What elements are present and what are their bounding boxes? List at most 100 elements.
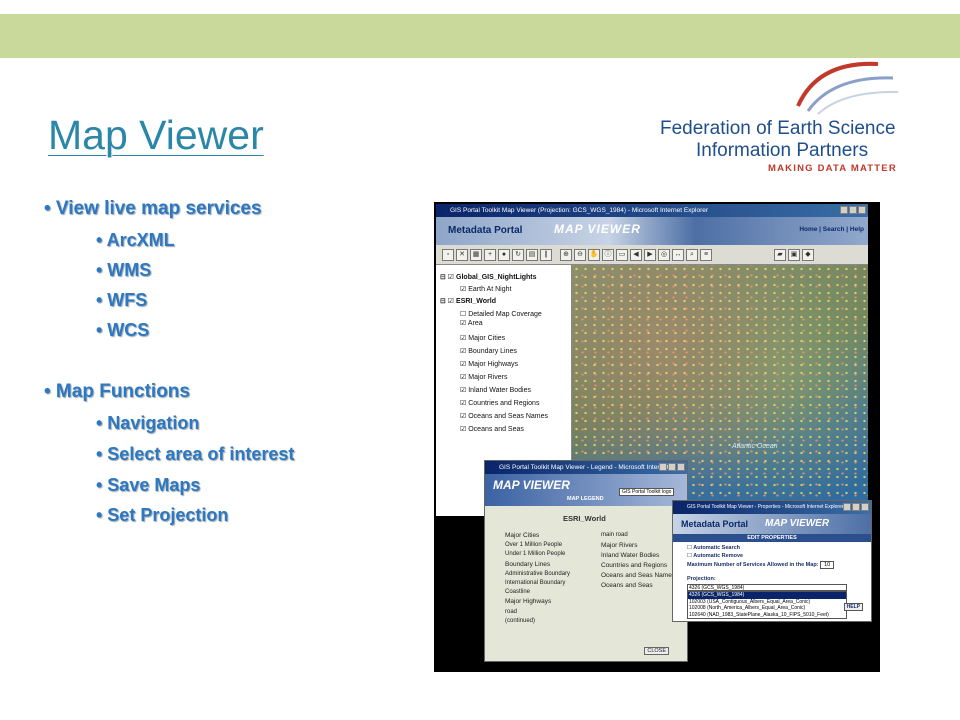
properties-window: GIS Portal Toolkit Map Viewer - Properti… [672, 500, 872, 622]
legend-item: Countries and Regions [601, 562, 668, 569]
minimize-icon[interactable] [659, 463, 667, 471]
legend-banner: MAP VIEWER GIS Portal Toolkit logo MAP L… [485, 474, 687, 506]
remove-icon[interactable]: ✕ [456, 248, 468, 261]
add-layer-icon[interactable]: + [484, 248, 496, 261]
projection-options: 4326 (GCS_WGS_1984) 102003 (USA_Contiguo… [687, 591, 847, 619]
layer-item[interactable]: Major Cities [460, 334, 505, 342]
automatic-remove-checkbox[interactable]: ☐ Automatic Remove [687, 553, 743, 559]
attach-icon[interactable]: ∥ [540, 248, 552, 261]
zoom-in-icon[interactable]: ⊕ [560, 248, 572, 261]
maximize-icon[interactable] [668, 463, 676, 471]
zoom-out-icon[interactable]: ⊖ [574, 248, 586, 261]
identify-icon[interactable]: ⓘ [602, 248, 614, 261]
logo-line-2: Information Partners [696, 140, 869, 161]
layer-item[interactable]: Boundary Lines [460, 347, 517, 355]
measure-icon[interactable]: ↔ [672, 248, 684, 261]
properties-banner: Metadata Portal MAP VIEWER [673, 514, 871, 534]
portal-banner: Metadata Portal MAP VIEWER Home | Search… [436, 217, 868, 245]
layer-group-nightlights[interactable]: Global_GIS_NightLights [440, 273, 537, 281]
refresh-icon[interactable]: ↻ [512, 248, 524, 261]
legend-layer-name: ESRI_World [563, 514, 606, 523]
bullet-item: • Select area of interest [96, 444, 295, 464]
legend-item: Administrative Boundary [505, 571, 571, 577]
map-label-atlantic: Atlantic Ocean [732, 443, 778, 450]
help-button[interactable]: HELP [843, 603, 863, 611]
legend-item: main road [601, 532, 628, 538]
banner-nav-links[interactable]: Home | Search | Help [799, 226, 864, 233]
forward-icon[interactable]: ▶ [644, 248, 656, 261]
back-icon[interactable]: ◀ [630, 248, 642, 261]
fesip-logo: Federation of Earth Science Information … [660, 56, 920, 176]
properties-titlebar: GIS Portal Toolkit Map Viewer - Properti… [673, 501, 871, 514]
layer-item[interactable]: Oceans and Seas [460, 425, 524, 433]
legend-subtitle: MAP LEGEND [567, 496, 604, 502]
save-icon[interactable]: ▣ [788, 248, 800, 261]
projection-option[interactable]: 102640 (NAD_1983_StatePlane_Alaska_10_FI… [688, 612, 846, 619]
layer-item[interactable]: Oceans and Seas Names [460, 412, 548, 420]
maximize-icon[interactable] [849, 206, 857, 214]
legend-item: Oceans and Seas [601, 582, 653, 589]
maximize-icon[interactable] [852, 503, 860, 511]
legend-item: road [505, 609, 518, 615]
legend-item: Under 1 Million People [505, 551, 566, 557]
properties-portal-logo: Metadata Portal [681, 519, 749, 529]
minimize-icon[interactable] [843, 503, 851, 511]
bullet-item: • Map Functions [44, 381, 190, 402]
close-icon[interactable] [858, 206, 866, 214]
slide-title: Map Viewer [48, 112, 264, 158]
select-area-icon[interactable]: ▭ [616, 248, 628, 261]
layer-item[interactable]: Detailed Map Coverage [460, 310, 542, 318]
toolkit-logo: GIS Portal Toolkit logo [619, 488, 675, 496]
layer-item[interactable]: Countries and Regions [460, 399, 539, 407]
layer-item[interactable]: Inland Water Bodies [460, 386, 531, 394]
bullet-item: • WMS [96, 260, 152, 280]
legend-item: Major Highways [505, 598, 552, 605]
legend-item: Inland Water Bodies [601, 552, 660, 559]
portal-logo: Metadata Portal [448, 225, 523, 236]
browser-title: GIS Portal Toolkit Map Viewer (Projectio… [450, 207, 709, 214]
projection-select[interactable]: 4326 (GCS_WGS_1984) [687, 584, 847, 591]
automatic-search-checkbox[interactable]: ☐ Automatic Search [687, 545, 740, 551]
layer-item[interactable]: Major Highways [460, 360, 518, 368]
legend-window-title: GIS Portal Toolkit Map Viewer - Legend -… [499, 464, 676, 471]
projection-label: Projection: [687, 576, 716, 582]
bullet-item: • WFS [96, 290, 148, 310]
print-icon[interactable]: ▤ [526, 248, 538, 261]
legend-body: ESRI_World Major Cities Over 1 Million P… [485, 506, 687, 661]
legend-window: GIS Portal Toolkit Map Viewer - Legend -… [484, 460, 688, 662]
layer-item[interactable]: Major Rivers [460, 373, 507, 381]
find-icon[interactable]: ⌕ [686, 248, 698, 261]
properties-icon[interactable]: ▦ [470, 248, 482, 261]
layer-item-continued: Area [460, 319, 483, 327]
close-icon[interactable] [677, 463, 685, 471]
full-extent-icon[interactable]: ◎ [658, 248, 670, 261]
properties-banner-title: MAP VIEWER [765, 518, 830, 529]
legend-item: (continued) [505, 618, 536, 624]
automatic-remove-label: Automatic Remove [693, 553, 744, 559]
logo-swoosh-icon [796, 61, 899, 115]
legend-banner-title: MAP VIEWER [493, 478, 570, 492]
legend-item: Over 1 Million People [505, 542, 563, 548]
layer-group-esri-world[interactable]: ESRI_World [440, 297, 496, 305]
bullet-item: • Set Projection [96, 505, 229, 525]
legend-icon[interactable]: ≡ [700, 248, 712, 261]
pan-icon[interactable]: ✋ [588, 248, 600, 261]
layer-label-area: Area [467, 320, 483, 327]
close-icon[interactable] [861, 503, 869, 511]
bullet-item: • View live map services [44, 198, 262, 219]
bullet-item: • Save Maps [96, 475, 201, 495]
export-icon[interactable]: ◆ [802, 248, 814, 261]
bullet-item: • ArcXML [96, 230, 175, 250]
max-services-input[interactable]: 10 [820, 561, 835, 569]
legend-titlebar: GIS Portal Toolkit Map Viewer - Legend -… [485, 461, 687, 474]
legend-item: Major Rivers [601, 542, 638, 549]
minimize-icon[interactable] [840, 206, 848, 214]
new-map-icon[interactable]: ▫ [442, 248, 454, 261]
open-icon[interactable]: ▰ [774, 248, 786, 261]
top-decorative-band [0, 14, 960, 58]
properties-window-title: GIS Portal Toolkit Map Viewer - Properti… [687, 504, 844, 510]
stop-icon[interactable]: ● [498, 248, 510, 261]
properties-window-controls [843, 503, 869, 511]
layer-item[interactable]: Earth At Night [460, 285, 511, 293]
legend-close-button[interactable]: CLOSE [644, 647, 669, 655]
